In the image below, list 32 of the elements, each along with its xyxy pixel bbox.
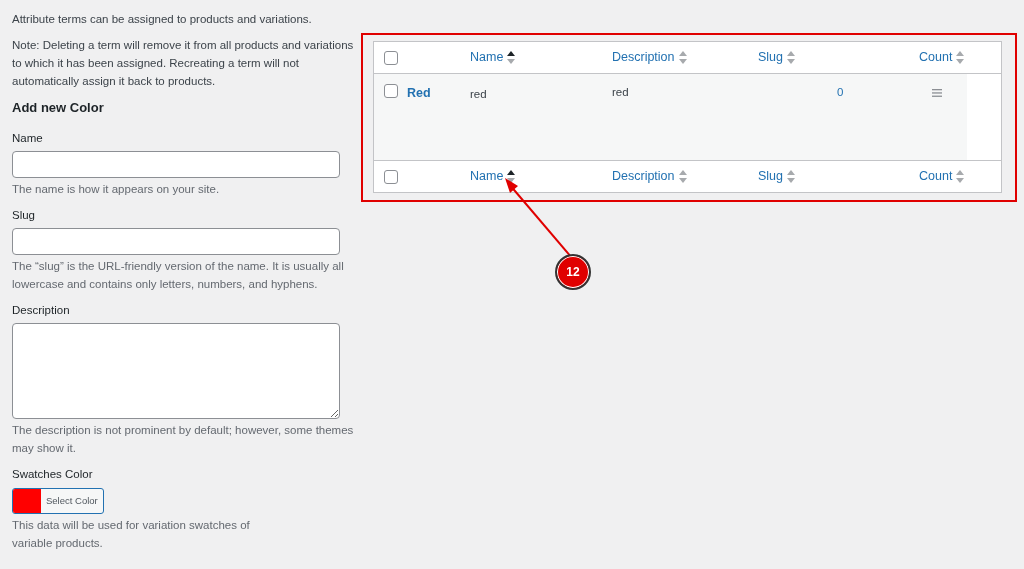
description-textarea[interactable] — [12, 323, 340, 420]
help-text: The name is how it appears on your site. — [12, 181, 221, 197]
row-checkbox[interactable] — [384, 84, 398, 98]
column-sort-link[interactable]: Description — [612, 48, 687, 67]
table-cell: red — [612, 86, 629, 98]
column-sort-link[interactable]: Name — [470, 48, 516, 67]
help-text: The “slug” is the URL-friendly version of the name. It is usually all lowercase and contains only letters, numbers, and hyphens. — [12, 259, 345, 292]
help-text: This data will be used for variation swatches of variable products. — [12, 517, 251, 551]
column-sort-link[interactable]: Count — [919, 167, 965, 186]
column-sort-link[interactable]: Count — [919, 48, 965, 67]
form-heading: Add new Color — [12, 99, 105, 117]
text-input-field[interactable] — [12, 150, 340, 178]
column-sort-link[interactable]: Name — [470, 167, 516, 186]
text-input-field[interactable] — [12, 228, 340, 255]
help-text: The description is not prominent by default; however, some themes may show it. — [12, 423, 355, 457]
drag-handle-icon[interactable] — [932, 88, 942, 97]
column-sort-link[interactable]: Description — [612, 167, 687, 186]
intro-text: Attribute terms can be assigned to products and variations. — [12, 12, 313, 27]
field-label: Name — [12, 130, 43, 146]
term-link[interactable]: Red — [407, 86, 431, 100]
select-all-checkbox[interactable] — [384, 50, 398, 65]
field-label: Slug — [12, 207, 36, 223]
field-label: Swatches Color — [12, 467, 93, 483]
table-cell: red — [470, 88, 487, 100]
step-badge: 12 — [555, 254, 591, 290]
field-label: Description — [12, 303, 70, 318]
column-sort-link[interactable]: Slug — [758, 48, 796, 67]
select-all-checkbox[interactable] — [384, 169, 398, 184]
term-number-link[interactable]: 0 — [837, 86, 844, 98]
select-color-button[interactable]: Select Color — [12, 487, 104, 514]
column-sort-link[interactable]: Slug — [758, 167, 796, 186]
intro-text: Note: Deleting a term will remove it from all products and variations to which it has been assigned. Recreating a term will not automatically assign it back to products. — [12, 38, 355, 89]
